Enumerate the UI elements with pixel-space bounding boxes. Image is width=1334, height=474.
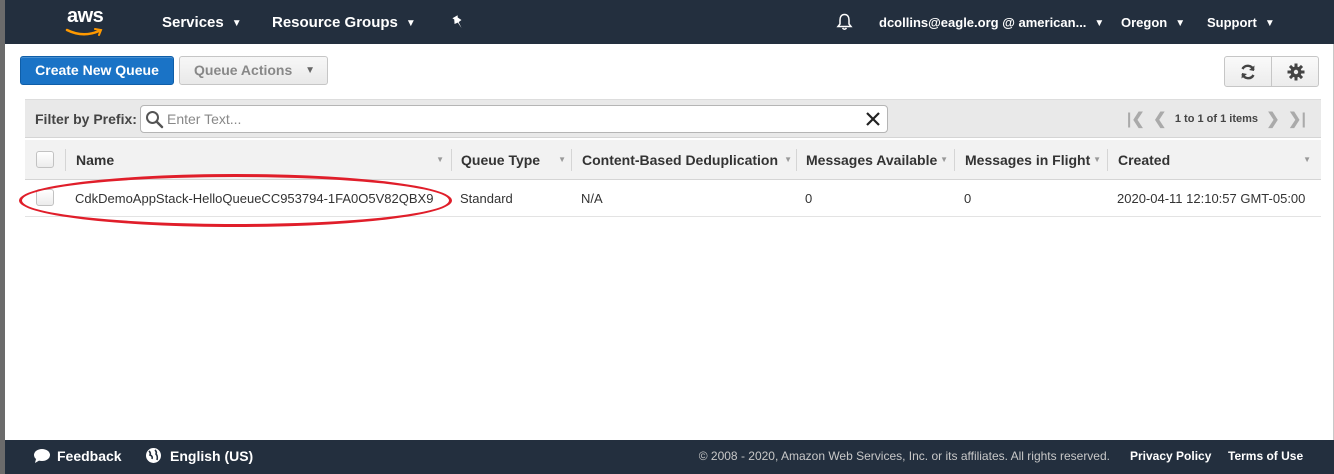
messages-available-cell: 0	[805, 191, 813, 206]
sort-icon: ▼	[1093, 155, 1101, 164]
messages-in-flight-cell: 0	[964, 191, 972, 206]
region-label: Oregon	[1121, 15, 1168, 30]
column-header-messages-in-flight[interactable]: Messages in Flight ▼	[965, 140, 1101, 180]
table-header: Name ▼ Queue Type ▼ Content-Based Dedupl…	[25, 140, 1321, 180]
queue-toolbar: Create New Queue Queue Actions ▼	[20, 56, 1319, 87]
pin-icon[interactable]	[451, 15, 465, 31]
last-page-icon[interactable]: ❯|	[1288, 109, 1306, 129]
resource-groups-label: Resource Groups	[272, 14, 398, 31]
sort-icon: ▼	[1303, 155, 1311, 164]
column-header-name[interactable]: Name ▼	[76, 140, 444, 180]
services-label: Services	[162, 14, 224, 31]
column-header-messages-available[interactable]: Messages Available ▼	[806, 140, 948, 180]
queue-type-cell: Standard	[460, 191, 513, 206]
column-divider	[954, 149, 955, 171]
gear-icon	[1287, 63, 1304, 80]
chevron-down-icon: ▼	[231, 18, 242, 29]
sort-icon: ▼	[436, 155, 444, 164]
column-label: Name	[76, 152, 115, 168]
column-divider	[796, 149, 797, 171]
aws-logo[interactable]: aws	[63, 5, 107, 38]
globe-icon	[146, 448, 161, 463]
column-label: Messages in Flight	[965, 152, 1091, 168]
feedback-link[interactable]: Feedback	[33, 440, 122, 472]
column-header-dedup[interactable]: Content-Based Deduplication ▼	[582, 140, 792, 180]
account-label: dcollins@eagle.org @ american...	[879, 15, 1087, 30]
queues-table: Name ▼ Queue Type ▼ Content-Based Dedupl…	[25, 140, 1321, 217]
settings-button[interactable]	[1272, 57, 1319, 86]
chevron-down-icon: ▼	[305, 65, 315, 76]
terms-of-use-link[interactable]: Terms of Use	[1228, 440, 1303, 472]
account-menu[interactable]: dcollins@eagle.org @ american... ▼	[879, 0, 1104, 44]
pagination-label: 1 to 1 of 1 items	[1174, 113, 1258, 125]
filter-bar: Filter by Prefix: |❮ ❮ 1 to 1 of 1 items…	[25, 99, 1321, 138]
column-label: Queue Type	[461, 152, 541, 168]
select-all-checkbox[interactable]	[36, 151, 54, 168]
pagination: |❮ ❮ 1 to 1 of 1 items ❯ ❯|	[1127, 100, 1306, 138]
sort-icon: ▼	[784, 155, 792, 164]
feedback-label: Feedback	[57, 448, 122, 464]
support-menu[interactable]: Support ▼	[1207, 0, 1275, 44]
column-divider	[1107, 149, 1108, 171]
queue-actions-button[interactable]: Queue Actions ▼	[179, 56, 328, 85]
aws-logo-text: aws	[67, 5, 104, 27]
queue-actions-label: Queue Actions	[194, 62, 293, 78]
next-page-icon[interactable]: ❯	[1264, 109, 1282, 129]
sort-icon: ▼	[940, 155, 948, 164]
region-menu[interactable]: Oregon ▼	[1121, 0, 1185, 44]
language-label: English (US)	[170, 448, 254, 464]
filter-label: Filter by Prefix:	[35, 111, 137, 127]
clear-filter-icon[interactable]	[865, 111, 881, 127]
column-divider	[571, 149, 572, 171]
copyright-text: © 2008 - 2020, Amazon Web Services, Inc.…	[698, 449, 1110, 463]
refresh-icon	[1241, 64, 1255, 79]
resource-groups-menu[interactable]: Resource Groups ▼	[272, 0, 416, 44]
column-header-queue-type[interactable]: Queue Type ▼	[461, 140, 566, 180]
search-icon	[146, 111, 164, 129]
column-divider	[451, 149, 452, 171]
column-header-created[interactable]: Created ▼	[1118, 140, 1311, 180]
console-window: aws Services ▼ Resource Groups ▼ dcollins@…	[0, 0, 1334, 474]
notifications-bell-icon[interactable]	[836, 13, 853, 33]
column-label: Messages Available	[806, 152, 938, 168]
column-divider	[65, 149, 66, 171]
chevron-down-icon: ▼	[1175, 18, 1186, 29]
sort-icon: ▼	[558, 155, 566, 164]
column-label: Created	[1118, 152, 1171, 168]
top-navigation-bar: aws Services ▼ Resource Groups ▼ dcollins@…	[5, 0, 1334, 44]
dedup-cell: N/A	[581, 191, 603, 206]
refresh-button[interactable]	[1225, 57, 1272, 86]
speech-bubble-icon	[34, 449, 50, 463]
chevron-down-icon: ▼	[1264, 18, 1275, 29]
chevron-down-icon: ▼	[405, 18, 416, 29]
chevron-down-icon: ▼	[1094, 18, 1105, 29]
language-selector[interactable]: English (US)	[145, 440, 253, 472]
filter-input-container	[140, 105, 888, 133]
footer-bar: Feedback English (US) © 2008 - 2020, Ama…	[5, 440, 1334, 474]
support-label: Support	[1207, 15, 1257, 30]
column-label: Content-Based Deduplication	[582, 152, 779, 168]
create-new-queue-button[interactable]: Create New Queue	[20, 56, 174, 85]
row-checkbox[interactable]	[36, 189, 54, 206]
services-menu[interactable]: Services ▼	[162, 0, 242, 44]
table-row[interactable]: CdkDemoAppStack-HelloQueueCC953794-1FA0O…	[25, 180, 1321, 217]
previous-page-icon[interactable]: ❮	[1151, 109, 1169, 129]
privacy-policy-link[interactable]: Privacy Policy	[1130, 440, 1211, 472]
first-page-icon[interactable]: |❮	[1127, 109, 1145, 129]
toolbar-icon-buttons	[1224, 56, 1319, 87]
filter-prefix-input[interactable]	[167, 108, 857, 130]
created-cell: 2020-04-11 12:10:57 GMT-05:00	[1117, 191, 1306, 206]
aws-smile-icon	[65, 28, 103, 36]
queue-name-cell[interactable]: CdkDemoAppStack-HelloQueueCC953794-1FA0O…	[75, 180, 433, 217]
